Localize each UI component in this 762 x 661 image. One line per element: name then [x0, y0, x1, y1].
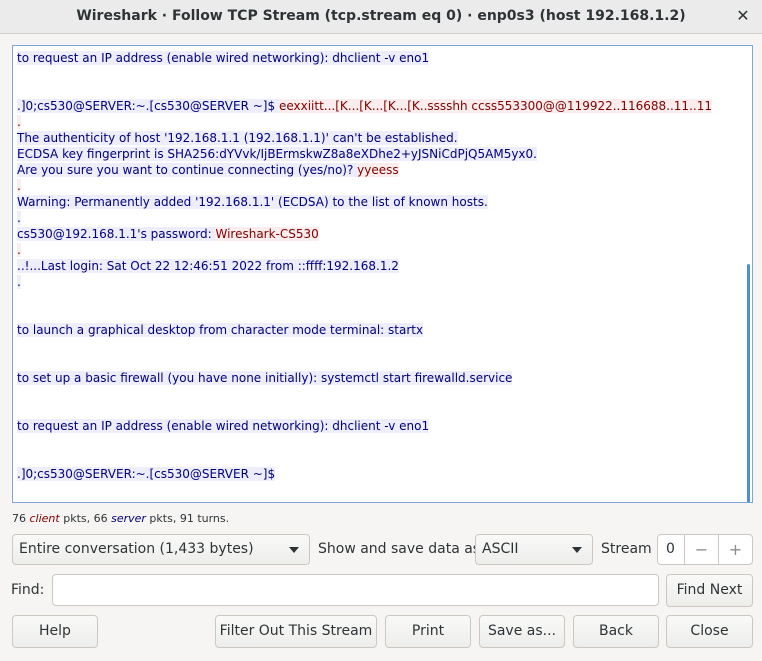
plus-icon[interactable]: + [718, 535, 752, 564]
stream-line: . [17, 114, 21, 130]
stream-line: .]0;cs530@SERVER:~.[cs530@SERVER ~]$ [17, 466, 276, 482]
stream-line: Are you sure you want to continue connec… [17, 162, 399, 178]
server-text: ..!...Last login: Sat Oct 22 12:46:51 20… [17, 259, 399, 273]
server-text: to launch a graphical desktop from chara… [17, 323, 424, 337]
stream-label: Stream [601, 541, 652, 557]
client-text: yyeess [357, 163, 399, 177]
server-text: Warning: Permanently added '192.168.1.1'… [17, 195, 488, 209]
format-select-value: ASCII [482, 541, 519, 557]
stream-text-view[interactable]: to request an IP address (enable wired n… [12, 45, 753, 503]
client-text: Wireshark-CS530 [215, 227, 319, 241]
server-text: to request an IP address (enable wired n… [17, 419, 430, 433]
stream-line: to request an IP address (enable wired n… [17, 50, 430, 66]
vertical-scrollbar[interactable] [747, 264, 750, 502]
stream-line: Warning: Permanently added '192.168.1.1'… [17, 194, 488, 210]
stream-number-stepper[interactable]: 0 − + [657, 534, 753, 565]
minus-icon[interactable]: − [684, 535, 718, 564]
client-word: client [29, 512, 60, 525]
server-text: to set up a basic firewall (you have non… [17, 371, 513, 385]
stream-line: cs530@192.168.1.1's password: Wireshark-… [17, 226, 319, 242]
conversation-select[interactable]: Entire conversation (1,433 bytes) [12, 534, 310, 565]
stream-line: .]0;cs530@SERVER:~.[cs530@SERVER ~]$ eex… [17, 98, 712, 114]
stream-stats: 76 client pkts, 66 server pkts, 91 turns… [12, 512, 229, 525]
server-word: server [111, 512, 146, 525]
stream-line: . [17, 242, 21, 258]
stream-line: The authenticity of host '192.168.1.1 (1… [17, 130, 458, 146]
close-icon[interactable]: ✕ [734, 6, 752, 26]
server-text: cs530@192.168.1.1's password: [17, 227, 216, 241]
stream-line: to request an IP address (enable wired n… [17, 418, 430, 434]
client-text: . [17, 179, 21, 193]
find-label: Find: [11, 582, 45, 598]
client-text: . [17, 115, 21, 129]
help-button[interactable]: Help [12, 615, 98, 648]
close-button[interactable]: Close [666, 615, 753, 648]
back-button[interactable]: Back [573, 615, 659, 648]
stream-line: to set up a basic firewall (you have non… [17, 370, 513, 386]
show-save-label: Show and save data as [318, 541, 481, 557]
stream-line: . [17, 210, 21, 226]
client-count: 76 [12, 512, 26, 525]
format-select[interactable]: ASCII [475, 534, 593, 565]
server-count: 66 [93, 512, 108, 525]
save-as-button[interactable]: Save as... [479, 615, 565, 648]
title-bar: Wireshark · Follow TCP Stream (tcp.strea… [0, 0, 762, 34]
stats-tail: pkts, 91 turns. [145, 512, 230, 525]
conversation-select-value: Entire conversation (1,433 bytes) [19, 541, 254, 557]
find-input[interactable] [52, 574, 659, 606]
server-text: .]0;cs530@SERVER:~.[cs530@SERVER ~]$ [17, 99, 279, 113]
chevron-down-icon [289, 547, 299, 553]
stream-line: ECDSA key fingerprint is SHA256:dYVvk/Ij… [17, 146, 537, 162]
client-text: eexxiitt...[K...[K...[K...[K..sssshh ccs… [278, 99, 712, 113]
find-next-button[interactable]: Find Next [666, 574, 753, 607]
chevron-down-icon [572, 547, 582, 553]
print-button[interactable]: Print [385, 615, 471, 648]
filter-out-stream-button[interactable]: Filter Out This Stream [215, 615, 377, 648]
stream-line: . [17, 274, 21, 290]
server-text: The authenticity of host '192.168.1.1 (1… [17, 131, 458, 145]
server-text: . [17, 275, 21, 289]
server-text: Are you sure you want to continue connec… [17, 163, 358, 177]
server-text: ECDSA key fingerprint is SHA256:dYVvk/Ij… [17, 147, 537, 161]
pkts-separator: pkts, [59, 512, 94, 525]
window-title: Wireshark · Follow TCP Stream (tcp.strea… [76, 8, 686, 24]
stream-line: to launch a graphical desktop from chara… [17, 322, 424, 338]
stream-line: . [17, 178, 21, 194]
server-text: to request an IP address (enable wired n… [17, 51, 430, 65]
server-text: .]0;cs530@SERVER:~.[cs530@SERVER ~]$ [17, 467, 276, 481]
stream-number-value[interactable]: 0 [666, 541, 675, 557]
client-text: . [17, 243, 21, 257]
server-text: . [17, 211, 21, 225]
stream-line: ..!...Last login: Sat Oct 22 12:46:51 20… [17, 258, 399, 274]
